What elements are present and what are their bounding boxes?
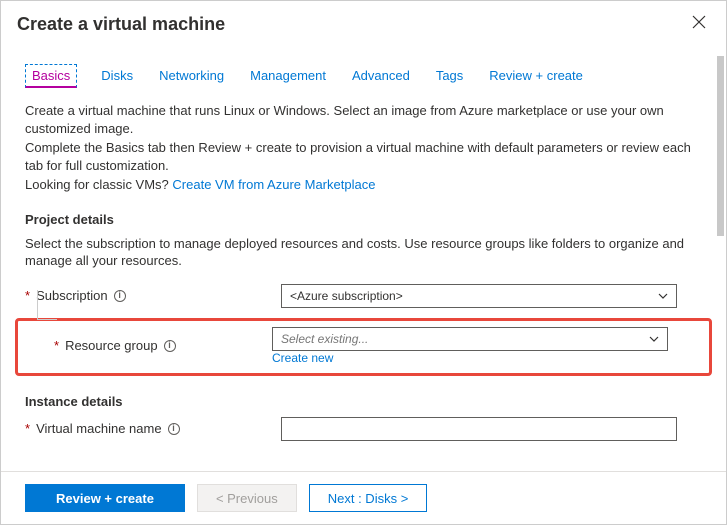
resource-group-placeholder: Select existing... [281,332,368,346]
tab-bar: Basics Disks Networking Management Advan… [25,64,706,88]
tab-advanced[interactable]: Advanced [350,64,412,88]
create-new-link[interactable]: Create new [272,351,668,365]
required-marker: * [25,421,30,436]
chevron-down-icon [649,333,659,345]
intro-line-2: Complete the Basics tab then Review + cr… [25,139,706,174]
scrollbar-thumb[interactable] [717,56,724,236]
previous-button: < Previous [197,484,297,512]
required-marker: * [25,288,30,303]
vm-name-label: Virtual machine name [36,421,162,436]
classic-prefix: Looking for classic VMs? [25,177,172,192]
info-icon[interactable]: i [164,340,176,352]
review-create-button[interactable]: Review + create [25,484,185,512]
page-title: Create a virtual machine [17,14,225,35]
instance-details-title: Instance details [25,394,706,409]
tab-networking[interactable]: Networking [157,64,226,88]
project-details-title: Project details [25,212,706,227]
footer: Review + create < Previous Next : Disks … [1,471,726,524]
chevron-down-icon [658,290,668,302]
close-icon [692,15,706,29]
close-button[interactable] [688,11,710,38]
project-details-desc: Select the subscription to manage deploy… [25,235,706,270]
resource-group-select[interactable]: Select existing... [272,327,668,351]
content-area: Basics Disks Networking Management Advan… [1,46,726,471]
subscription-select[interactable]: <Azure subscription> [281,284,677,308]
subscription-value: <Azure subscription> [290,289,403,303]
info-icon[interactable]: i [168,423,180,435]
resource-group-label: Resource group [65,338,158,353]
vm-name-input[interactable] [281,417,677,441]
subscription-label-col: * Subscription i [25,288,281,303]
resource-group-highlight: * Resource group i Select existing... Cr… [15,318,712,376]
required-marker: * [54,338,59,353]
indent-connector [37,290,57,320]
intro-classic: Looking for classic VMs? Create VM from … [25,176,706,194]
panel-header: Create a virtual machine [1,1,726,46]
vm-name-label-col: * Virtual machine name i [25,421,281,436]
scrollbar[interactable] [717,56,724,411]
tab-tags[interactable]: Tags [434,64,465,88]
tab-review-create[interactable]: Review + create [487,64,585,88]
info-icon[interactable]: i [114,290,126,302]
resource-group-label-col: * Resource group i [54,338,272,353]
tab-basics[interactable]: Basics [25,64,77,88]
resource-group-row: * Resource group i Select existing... Cr… [54,327,701,365]
tab-disks[interactable]: Disks [99,64,135,88]
classic-vm-link[interactable]: Create VM from Azure Marketplace [172,177,375,192]
intro-line-1: Create a virtual machine that runs Linux… [25,102,706,137]
subscription-row: * Subscription i <Azure subscription> [25,284,706,308]
vm-name-row: * Virtual machine name i [25,417,706,441]
next-button[interactable]: Next : Disks > [309,484,428,512]
tab-management[interactable]: Management [248,64,328,88]
